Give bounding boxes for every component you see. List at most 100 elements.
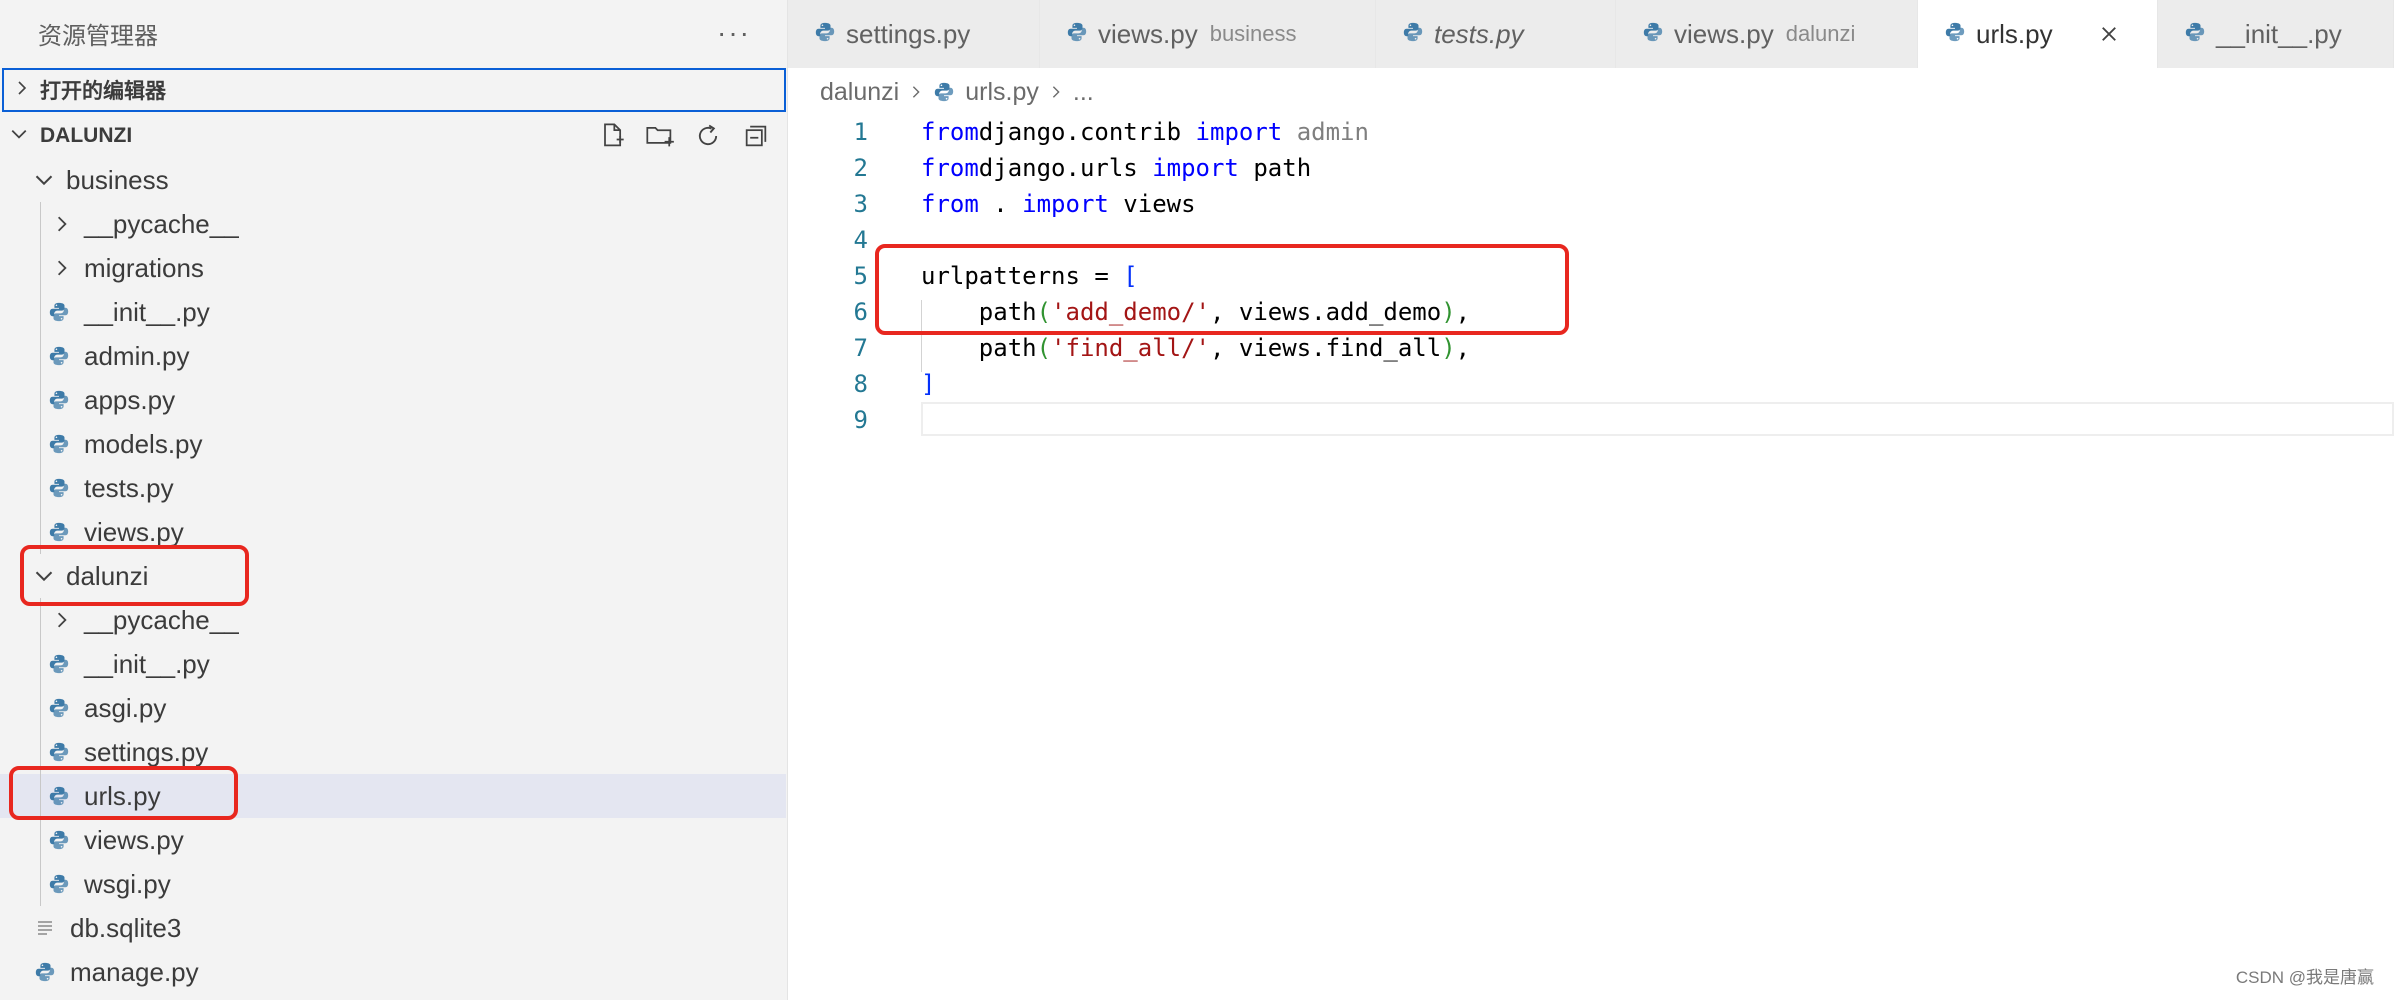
close-icon[interactable] [2097,22,2121,46]
tree-file[interactable]: db.sqlite3 [0,906,786,950]
workspace-root-section[interactable]: DALUNZI [0,114,786,158]
code-text[interactable]: urlpatterns = [ [921,262,1138,290]
tree-file[interactable]: admin.py [0,334,786,378]
code-text[interactable]: ] [921,370,935,398]
code-token: ] [921,370,936,398]
tree-item-label: migrations [84,252,204,283]
tree-folder[interactable]: __pycache__ [0,202,786,246]
code-line: 5 urlpatterns = [ [788,258,2394,294]
code-token: from [921,118,979,146]
tree-folder[interactable]: migrations [0,246,786,290]
tree-item-label: admin.py [84,340,190,371]
breadcrumb-folder[interactable]: dalunzi [820,78,899,107]
tree-file[interactable]: apps.py [0,378,786,422]
chevron-right-icon [909,85,923,99]
code-token: ) [1441,334,1456,362]
tree-indent-guide [40,598,41,906]
code-token: [ [1123,262,1138,290]
code-text[interactable]: fromdjango.urls import path [921,154,1311,182]
refresh-icon[interactable] [692,120,724,152]
python-file-icon [814,21,836,48]
python-file-icon [48,521,70,543]
editor-tab[interactable]: settings.py [788,0,1040,68]
code-token: ( [1036,298,1052,326]
chevron-down-icon [34,566,54,586]
code-token: views [1108,190,1196,218]
chevron-right-icon [1049,85,1063,99]
new-folder-icon[interactable] [644,120,676,152]
editor-tab[interactable]: views.py business [1040,0,1376,68]
tree-file[interactable]: __init__.py [0,642,786,686]
code-token: 'add_demo/' [1051,298,1210,326]
python-file-icon [48,873,70,895]
code-token: , [1455,334,1471,362]
new-file-icon[interactable] [596,120,628,152]
tab-label: settings.py [846,18,971,49]
code-text[interactable]: path('find_all/', views.find_all), [921,334,1470,362]
tree-file[interactable]: __init__.py [0,290,786,334]
tree-file[interactable]: views.py [0,818,786,862]
file-tree: business __pycache__ migrations __init__.py… [0,158,786,994]
code-token: , views.add_demo [1210,298,1442,326]
python-file-icon [1066,21,1088,48]
collapse-all-icon[interactable] [740,120,772,152]
chevron-right-icon [52,214,72,234]
line-number: 1 [853,118,868,146]
tree-item-label: business [66,164,169,195]
editor-tab[interactable]: tests.py [1376,0,1616,68]
code-token: django.urls [978,154,1153,182]
code-editor[interactable]: 1 fromdjango.contrib import admin 2 fromdja… [788,114,2394,1000]
code-token: path [921,298,1037,326]
tree-file[interactable]: settings.py [0,730,786,774]
code-token: import [1152,154,1239,182]
more-actions-icon[interactable]: ··· [717,17,751,49]
python-file-icon [1402,21,1424,48]
code-line: 8] [788,366,2394,402]
python-file-icon [1944,21,1966,48]
tree-file[interactable]: urls.py [0,774,786,818]
tree-file[interactable]: tests.py [0,466,786,510]
tree-file[interactable]: asgi.py [0,686,786,730]
code-text[interactable]: path('add_demo/', views.add_demo), [921,298,1470,326]
tree-item-label: dalunzi [66,560,149,591]
editor-tab[interactable]: views.py dalunzi [1616,0,1918,68]
tree-folder[interactable]: business [0,158,786,202]
code-line: 7 path('find_all/', views.find_all), [788,330,2394,366]
code-token: from [921,190,979,218]
tree-item-label: asgi.py [84,692,167,723]
tree-folder[interactable]: __pycache__ [0,598,786,642]
tree-file[interactable]: manage.py [0,950,786,994]
explorer-actions [596,120,772,152]
tree-file[interactable]: wsgi.py [0,862,786,906]
line-number: 3 [853,190,868,218]
line-number: 9 [853,406,868,434]
tree-item-label: __pycache__ [84,208,239,239]
tab-description: dalunzi [1785,21,1856,46]
tree-item-label: tests.py [84,472,174,503]
code-line: 9 [788,402,2394,438]
tree-file[interactable]: models.py [0,422,786,466]
tree-item-label: __pycache__ [84,604,239,635]
code-text[interactable]: fromdjango.contrib import admin [921,118,1369,146]
code-line: 4 [788,222,2394,258]
tab-label: views.py [1674,18,1774,49]
python-file-icon [48,829,70,851]
tab-label: urls.py [1976,18,2053,49]
breadcrumb-more[interactable]: ... [1073,78,1094,107]
tree-file[interactable]: views.py [0,510,786,554]
code-token: import [1195,118,1283,146]
tree-item-label: settings.py [84,736,209,767]
code-token: 'find_all/' [1051,334,1210,362]
open-editors-section[interactable]: 打开的编辑器 [2,68,786,112]
code-token: , [1455,298,1471,326]
python-file-icon [933,81,955,103]
editor-tab[interactable]: urls.py [1918,0,2158,68]
code-line: 2 fromdjango.urls import path [788,150,2394,186]
editor-tab[interactable]: __init__.py [2158,0,2394,68]
code-text[interactable]: from . import views [921,190,1196,218]
tab-label: __init__.py [2216,18,2342,49]
breadcrumb-file[interactable]: urls.py [965,78,1039,107]
open-editors-label: 打开的编辑器 [40,79,166,103]
tree-folder[interactable]: dalunzi [0,554,786,598]
python-file-icon [48,697,70,719]
